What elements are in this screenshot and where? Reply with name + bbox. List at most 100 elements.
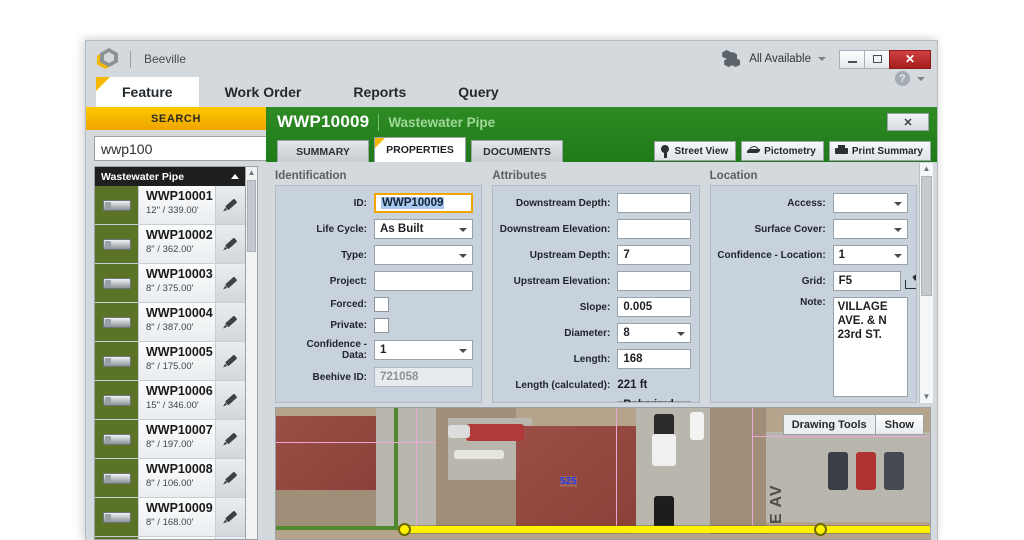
scroll-up-icon[interactable]: ▲: [248, 167, 256, 179]
life-cycle-select[interactable]: As Built: [374, 219, 474, 239]
tab-documents[interactable]: DOCUMENTS: [471, 140, 563, 162]
form-scrollbar[interactable]: ▲ ▼: [919, 163, 933, 403]
form-row: Diameter: 8: [499, 323, 691, 343]
diameter-value: 8: [623, 327, 630, 339]
street-view-button[interactable]: Street View: [654, 141, 737, 161]
id-input[interactable]: WWP10009: [374, 193, 474, 213]
print-summary-label: Print Summary: [851, 145, 923, 157]
length-label: Length:: [573, 353, 611, 365]
form-row: Material:Polyvinyl Ch: [499, 399, 691, 402]
edit-item-button[interactable]: [215, 225, 245, 263]
chevron-down-icon: [459, 254, 468, 258]
availability-selector[interactable]: All Available: [722, 50, 826, 68]
record-actions: Street View Pictometry Print Summary: [649, 141, 937, 162]
list-item[interactable]: WWP10004 8" / 387.00': [95, 303, 245, 342]
print-summary-button[interactable]: Print Summary: [828, 141, 931, 161]
help-menu[interactable]: ?: [895, 71, 925, 86]
list-item[interactable]: WWP10008 8" / 106.00': [95, 459, 245, 498]
pipe-node-start[interactable]: [398, 523, 411, 536]
slope-label: Slope:: [579, 301, 611, 313]
project-input[interactable]: [374, 271, 474, 291]
access-select[interactable]: [832, 193, 908, 213]
close-window-button[interactable]: ✕: [889, 49, 931, 69]
map-yard-left: [276, 490, 381, 530]
drawing-tools-show-button[interactable]: Show: [874, 415, 923, 434]
availability-cluster-icon: [722, 50, 743, 68]
list-item[interactable]: WWP10002 8" / 362.00': [95, 225, 245, 264]
sidebar-scrollbar[interactable]: ▲: [245, 166, 258, 540]
note-textarea[interactable]: VILLAGE AVE. & N 23rd ST.: [832, 297, 908, 397]
list-item[interactable]: WWP10005 8" / 175.00': [95, 342, 245, 381]
search-input[interactable]: [94, 136, 288, 161]
pictometry-label: Pictometry: [764, 145, 816, 157]
nav-tab-query[interactable]: Query: [432, 77, 524, 107]
nav-tab-work-order[interactable]: Work Order: [199, 77, 328, 107]
downstream-elevation-input[interactable]: [617, 219, 691, 239]
confidence-data-select[interactable]: 1: [374, 340, 474, 360]
pipe-node-end[interactable]: [814, 523, 827, 536]
list-item[interactable]: WWP10001 12" / 339.00': [95, 186, 245, 225]
downstream-elevation-label: Downstream Elevation:: [499, 223, 611, 235]
list-item[interactable]: WWP10010: [95, 537, 245, 539]
id-control: WWP10009: [374, 193, 474, 213]
upstream-depth-input[interactable]: 7: [617, 245, 691, 265]
result-list-header[interactable]: Wastewater Pipe: [95, 167, 245, 186]
form-scroll-up-icon[interactable]: ▲: [923, 163, 931, 175]
diameter-select[interactable]: 8: [617, 323, 691, 343]
type-select[interactable]: [374, 245, 474, 265]
downstream-depth-input[interactable]: [617, 193, 691, 213]
upstream-elevation-input[interactable]: [617, 271, 691, 291]
map-address-label: 525: [560, 476, 577, 487]
grid-input[interactable]: F5: [832, 271, 901, 291]
minimize-icon: [847, 60, 857, 63]
surface-cover-select[interactable]: [832, 219, 908, 239]
nav-tab-feature[interactable]: Feature: [96, 77, 199, 107]
form-scroll-thumb[interactable]: [921, 176, 932, 296]
maximize-button[interactable]: [864, 49, 890, 69]
tab-summary[interactable]: SUMMARY: [277, 140, 369, 162]
map-viewport[interactable]: 525 E AV Drawing Tools Show: [275, 407, 931, 540]
private-checkbox[interactable]: [374, 318, 389, 333]
list-item-text: WWP10004 8" / 387.00': [139, 303, 215, 341]
confidence-location-select[interactable]: 1: [832, 245, 908, 265]
edit-item-button[interactable]: [215, 537, 245, 539]
material-select[interactable]: Polyvinyl Ch: [617, 399, 691, 402]
forced-checkbox[interactable]: [374, 297, 389, 312]
edit-item-button[interactable]: [215, 186, 245, 224]
edit-item-button[interactable]: [215, 459, 245, 497]
pipe-highlight-line[interactable]: [404, 526, 930, 533]
list-item-id: WWP10008: [146, 462, 213, 476]
pictometry-button[interactable]: Pictometry: [741, 141, 824, 161]
tab-properties[interactable]: PROPERTIES: [374, 137, 466, 162]
search-row: [86, 130, 303, 166]
length-input[interactable]: 168: [617, 349, 691, 369]
list-item[interactable]: WWP10007 8" / 197.00': [95, 420, 245, 459]
list-item-text: WWP10008 8" / 106.00': [139, 459, 215, 497]
edit-item-button[interactable]: [215, 420, 245, 458]
confidence-data-value: 1: [380, 344, 387, 356]
list-item[interactable]: WWP10003 8" / 375.00': [95, 264, 245, 303]
close-record-button[interactable]: ✕: [887, 113, 929, 131]
edit-item-button[interactable]: [215, 381, 245, 419]
list-item[interactable]: WWP10006 15" / 346.00': [95, 381, 245, 420]
edit-item-button[interactable]: [215, 303, 245, 341]
edit-item-button[interactable]: [215, 342, 245, 380]
minimize-button[interactable]: [839, 49, 865, 69]
help-chevron-down-icon[interactable]: [917, 76, 925, 81]
sidebar-scroll-thumb[interactable]: [247, 180, 256, 252]
pipe-icon: [95, 420, 139, 458]
nav-tab-reports[interactable]: Reports: [327, 77, 432, 107]
chevron-down-icon[interactable]: [818, 57, 826, 61]
edit-item-button[interactable]: [215, 264, 245, 302]
length-calculated-value: 221 ft: [617, 379, 648, 391]
caret-up-icon[interactable]: [231, 174, 239, 179]
list-item[interactable]: WWP10009 8" / 168.00': [95, 498, 245, 537]
form-row: ID: WWP10009: [282, 193, 474, 213]
forced-control: [374, 297, 473, 312]
edit-item-button[interactable]: [215, 498, 245, 536]
tab-summary-label: SUMMARY: [296, 145, 350, 158]
slope-input[interactable]: 0.005: [617, 297, 691, 317]
grid-picker-icon[interactable]: [904, 274, 916, 289]
confidence-data-label: Confidence - Data:: [306, 339, 367, 361]
form-scroll-down-icon[interactable]: ▼: [923, 391, 931, 403]
